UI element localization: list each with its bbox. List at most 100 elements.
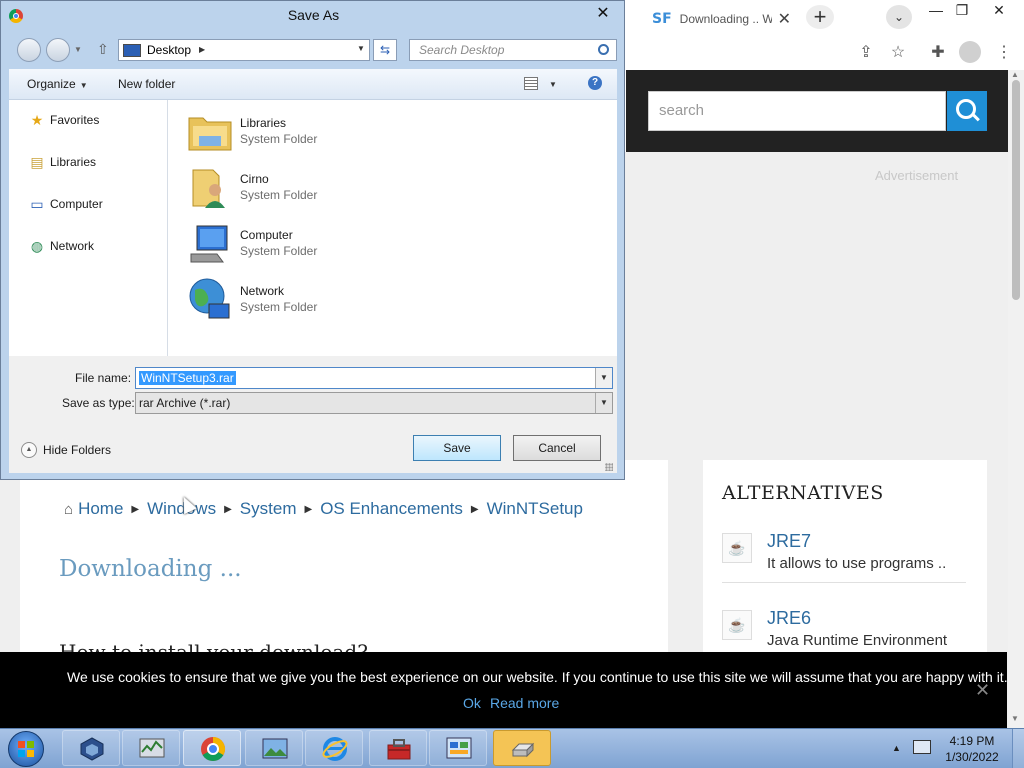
search-icon-handle bbox=[972, 113, 980, 122]
organize-label: Organize bbox=[27, 77, 76, 91]
breadcrumb-system[interactable]: System bbox=[240, 499, 297, 519]
file-name-field[interactable]: WinNTSetup3.rar ▼ bbox=[135, 367, 613, 389]
start-button[interactable] bbox=[8, 731, 44, 767]
scroll-up-icon[interactable]: ▲ bbox=[1011, 70, 1019, 79]
nav-item-label: Computer bbox=[50, 197, 103, 211]
network-tray-icon[interactable] bbox=[913, 740, 931, 754]
site-search-button[interactable] bbox=[947, 91, 987, 131]
system-clock[interactable]: 4:19 PM 1/30/2022 bbox=[940, 733, 1004, 765]
window-close-button[interactable]: ✕ bbox=[984, 2, 1014, 19]
share-icon[interactable]: ⇪ bbox=[855, 42, 877, 62]
taskbar-app[interactable] bbox=[62, 730, 120, 766]
nav-item-label: Network bbox=[50, 239, 95, 253]
taskbar-app[interactable] bbox=[183, 730, 241, 766]
address-chevron-icon[interactable]: ▶ bbox=[199, 40, 205, 60]
cancel-button[interactable]: Cancel bbox=[513, 435, 601, 461]
alternative-desc: Java Runtime Environment bbox=[767, 632, 948, 649]
tray-expand-icon[interactable]: ▲ bbox=[892, 743, 901, 753]
dialog-close-button[interactable]: ✕ bbox=[593, 3, 613, 23]
new-tab-button[interactable]: + bbox=[806, 5, 834, 29]
recent-locations-dropdown-icon[interactable]: ▼ bbox=[74, 45, 82, 54]
profile-icon[interactable] bbox=[959, 41, 981, 63]
chevron-down-icon[interactable]: ▼ bbox=[595, 368, 612, 388]
back-button[interactable] bbox=[17, 38, 41, 62]
taskbar-app[interactable] bbox=[429, 730, 487, 766]
libraries-folder-icon bbox=[188, 117, 232, 151]
virtualbox-icon bbox=[80, 737, 104, 761]
nav-item-favorites[interactable]: ★ Favorites bbox=[29, 112, 100, 128]
breadcrumb-separator: ▶ bbox=[224, 503, 232, 515]
tab-close-icon[interactable]: ✕ bbox=[778, 9, 791, 29]
nav-item-network[interactable]: ◍ Network bbox=[29, 239, 94, 253]
dialog-title: Save As bbox=[287, 7, 340, 23]
hide-folders-label: Hide Folders bbox=[43, 443, 112, 457]
file-type: System Folder bbox=[240, 132, 318, 146]
image-viewer-icon bbox=[262, 738, 288, 759]
save-button[interactable]: Save bbox=[413, 435, 501, 461]
view-options-icon[interactable] bbox=[524, 77, 538, 90]
cookie-read-more-link[interactable]: Read more bbox=[490, 695, 559, 711]
save-type-select[interactable]: rar Archive (*.rar) ▼ bbox=[135, 392, 613, 414]
browser-tab[interactable]: SF Downloading .. W ✕ bbox=[640, 4, 798, 34]
chrome-icon bbox=[201, 737, 226, 762]
organize-menu[interactable]: Organize ▼ bbox=[27, 77, 88, 91]
alternative-name[interactable]: JRE6 bbox=[767, 608, 811, 629]
address-location[interactable]: Desktop bbox=[147, 40, 191, 60]
breadcrumb-separator: ▶ bbox=[131, 503, 140, 515]
site-search-input[interactable]: search bbox=[648, 91, 946, 131]
cookie-ok-button[interactable]: Ok bbox=[463, 695, 481, 711]
taskbar-app[interactable] bbox=[493, 730, 551, 766]
taskbar-app[interactable] bbox=[245, 730, 303, 766]
tab-search-button[interactable]: ⌄ bbox=[886, 5, 912, 29]
up-arrow-icon[interactable]: ⇧ bbox=[97, 41, 109, 58]
address-dropdown-icon[interactable]: ▼ bbox=[357, 44, 365, 53]
forward-button[interactable] bbox=[46, 38, 70, 62]
nav-item-label: Libraries bbox=[50, 155, 97, 169]
breadcrumb-os-enhancements[interactable]: OS Enhancements bbox=[320, 499, 463, 519]
star-icon: ★ bbox=[30, 112, 44, 128]
list-item[interactable]: Cirno System Folder bbox=[187, 164, 487, 214]
cookie-close-icon[interactable]: ✕ bbox=[975, 680, 990, 701]
nav-item-computer[interactable]: ▭ Computer bbox=[29, 197, 103, 211]
nav-item-libraries[interactable]: ▤ Libraries bbox=[29, 155, 96, 169]
java-icon[interactable]: ☕ bbox=[722, 533, 752, 563]
drive-icon bbox=[511, 742, 535, 758]
view-caret-icon[interactable]: ▼ bbox=[549, 80, 557, 89]
task-manager-icon bbox=[139, 738, 165, 758]
network-icon: ◍ bbox=[30, 238, 44, 254]
new-folder-button[interactable]: New folder bbox=[118, 77, 175, 91]
extensions-icon[interactable]: ✚ bbox=[927, 42, 949, 62]
taskbar-app[interactable] bbox=[305, 730, 363, 766]
java-icon[interactable]: ☕ bbox=[722, 610, 752, 640]
scroll-down-icon[interactable]: ▼ bbox=[1011, 714, 1019, 723]
page-scrollbar[interactable]: ▲ ▼ bbox=[1008, 70, 1024, 728]
breadcrumb-separator: ▶ bbox=[304, 503, 313, 515]
list-item[interactable]: Libraries System Folder bbox=[187, 108, 487, 158]
resize-grip[interactable] bbox=[605, 463, 613, 471]
file-name: Cirno bbox=[240, 172, 269, 186]
help-icon[interactable]: ? bbox=[588, 76, 602, 90]
tab-title: Downloading .. W bbox=[679, 12, 772, 26]
refresh-button[interactable]: ⇆ bbox=[373, 39, 397, 61]
breadcrumb-winntsetup[interactable]: WinNTSetup bbox=[487, 499, 583, 519]
scrollbar-thumb[interactable] bbox=[1012, 80, 1020, 300]
alternatives-title: ALTERNATIVES bbox=[722, 482, 884, 504]
menu-icon[interactable]: ⋮ bbox=[993, 42, 1015, 62]
show-desktop-button[interactable] bbox=[1012, 729, 1024, 768]
toolbox-icon bbox=[387, 739, 411, 760]
breadcrumb-home[interactable]: Home bbox=[78, 499, 123, 519]
list-item[interactable]: Network System Folder bbox=[187, 276, 487, 326]
taskbar-app[interactable] bbox=[122, 730, 180, 766]
star-icon[interactable]: ☆ bbox=[887, 42, 909, 62]
advertisement-label: Advertisement bbox=[875, 168, 959, 183]
maximize-button[interactable]: ❐ bbox=[947, 2, 977, 19]
hide-folders-button[interactable]: ▲ Hide Folders bbox=[21, 442, 111, 458]
address-bar[interactable]: Desktop ▶ bbox=[118, 39, 370, 61]
caret-down-icon: ▼ bbox=[79, 81, 88, 90]
alternative-name[interactable]: JRE7 bbox=[767, 531, 811, 552]
list-item[interactable]: Computer System Folder bbox=[187, 220, 487, 270]
dialog-search-input[interactable]: Search Desktop bbox=[409, 39, 617, 61]
taskbar-app[interactable] bbox=[369, 730, 427, 766]
file-name-value[interactable]: WinNTSetup3.rar bbox=[139, 371, 236, 385]
chevron-down-icon[interactable]: ▼ bbox=[595, 393, 612, 413]
